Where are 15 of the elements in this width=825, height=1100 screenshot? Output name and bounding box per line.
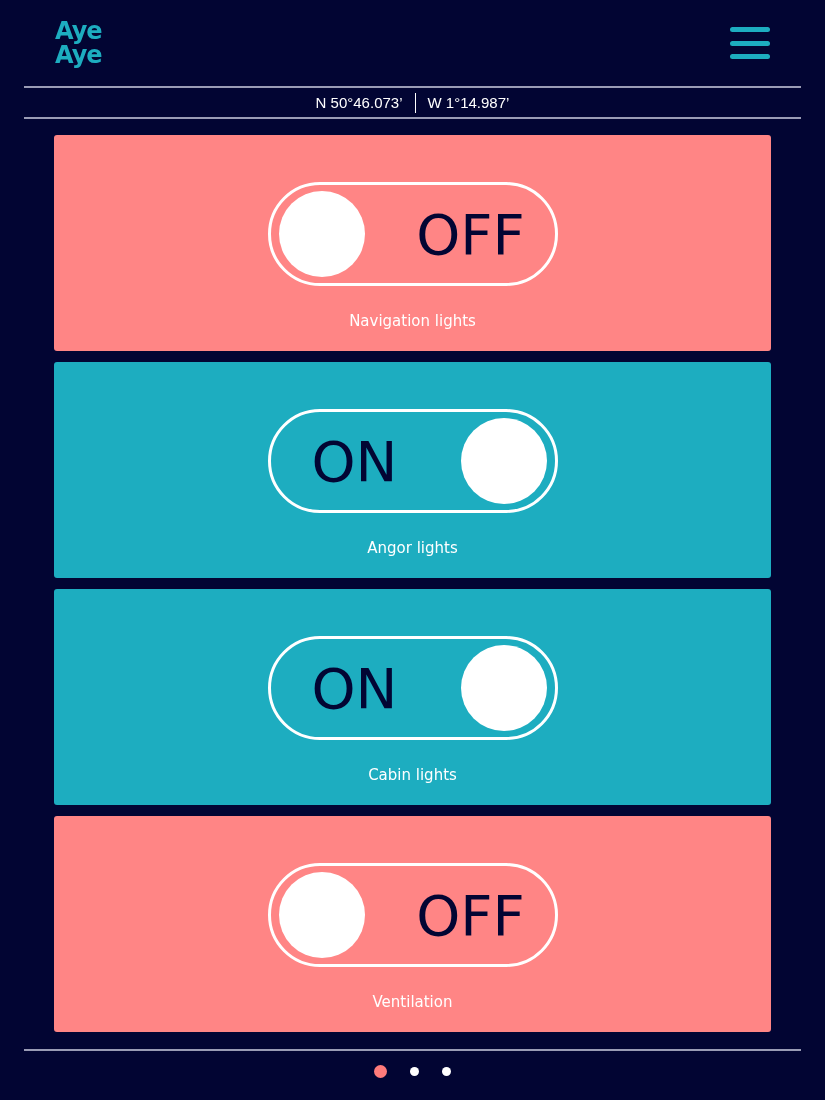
logo: Aye Aye [55,19,102,67]
toggle-switch[interactable]: OFF [267,182,558,286]
page-dot[interactable] [442,1066,451,1076]
page-dot[interactable] [374,1064,387,1078]
toggle-switch[interactable]: OFF [267,863,558,967]
coordinate-text: W 1°14.987’ [427,94,510,111]
switch-label: Navigation lights [349,312,476,330]
menu-icon[interactable] [730,27,770,59]
switch-label: Ventilation [372,993,453,1011]
toggle-switch[interactable]: ON [267,636,558,740]
switch-label: Cabin lights [368,766,457,784]
switch-label: Angor lights [367,539,458,557]
toggle-switch[interactable]: ON [267,409,558,513]
coordinate-text: N 50°46.073’ [315,94,403,111]
page-dot[interactable] [410,1066,419,1076]
